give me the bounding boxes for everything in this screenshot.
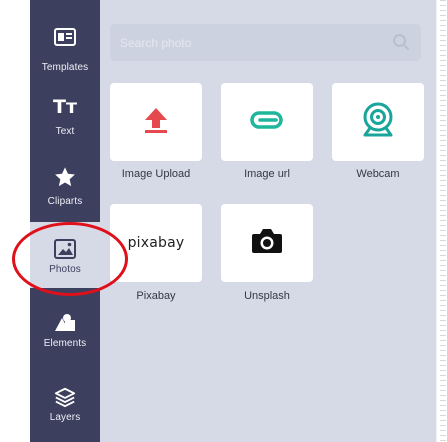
vertical-ruler [436, 0, 447, 442]
star-icon [30, 164, 100, 190]
layers-icon [30, 384, 100, 410]
sidebar-item-label: Photos [49, 264, 81, 275]
sidebar-item-label: Elements [43, 338, 87, 349]
webcam-label: Webcam [356, 168, 400, 180]
sidebar-item-text[interactable]: Tт Text [30, 80, 100, 150]
unsplash-button[interactable] [221, 204, 313, 282]
photos-panel: Image Upload Image url Webcam pixabay Pi… [100, 0, 436, 442]
webcam-icon [361, 102, 395, 143]
elements-icon [30, 310, 100, 336]
image-upload-button[interactable] [110, 83, 202, 161]
sidebar-item-label: Cliparts [47, 196, 83, 207]
sidebar-item-label: Layers [49, 412, 81, 423]
photos-icon [30, 236, 100, 262]
sidebar-item-label: Text [55, 126, 75, 137]
text-icon: Tт [53, 96, 77, 118]
search-box [110, 24, 421, 61]
sidebar-item-templates[interactable]: Templates [30, 10, 100, 80]
link-icon [250, 110, 284, 135]
sidebar-item-photos[interactable]: Photos [30, 222, 100, 288]
ruler-ticks [440, 0, 446, 442]
image-url-button[interactable] [221, 83, 313, 161]
webcam-button[interactable] [332, 83, 424, 161]
search-icon[interactable] [392, 33, 410, 51]
camera-icon [251, 227, 283, 260]
unsplash-label: Unsplash [244, 290, 290, 302]
sidebar-item-elements[interactable]: Elements [30, 296, 100, 366]
sidebar-item-layers[interactable]: Layers [30, 370, 100, 440]
pixabay-label: Pixabay [136, 290, 176, 302]
sidebar-item-cliparts[interactable]: Cliparts [30, 150, 100, 220]
upload-arrow-icon [143, 106, 169, 139]
sidebar: Templates Tт Text Cliparts Photos Elemen… [30, 0, 100, 442]
sidebar-item-label: Templates [41, 62, 89, 73]
pixabay-logo: pixabay [127, 235, 185, 251]
image-upload-label: Image Upload [121, 168, 191, 180]
templates-icon [30, 24, 100, 50]
left-margin [0, 0, 30, 442]
search-input[interactable] [110, 24, 421, 61]
pixabay-button[interactable]: pixabay [110, 204, 202, 282]
image-url-label: Image url [244, 168, 290, 180]
